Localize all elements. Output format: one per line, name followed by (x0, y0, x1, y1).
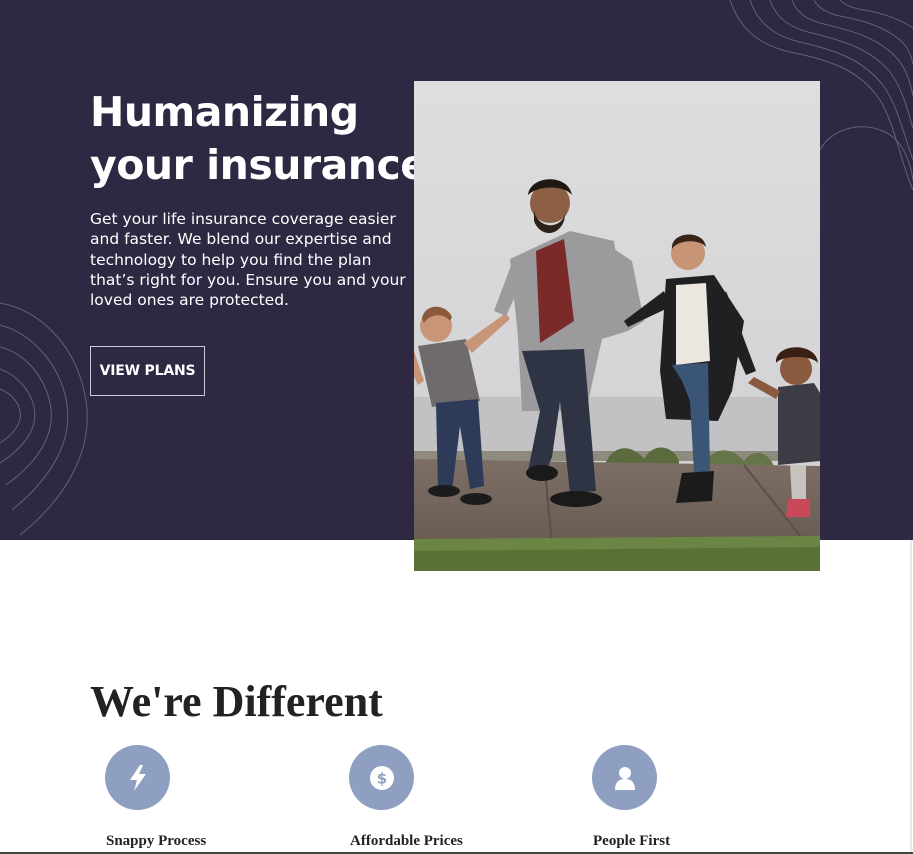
feature-icon-circle (105, 745, 170, 810)
hero-title: Humanizing your insurance. (90, 86, 443, 192)
dollar-coin-icon: $ (369, 765, 394, 790)
section-title-different: We're Different (90, 677, 383, 726)
feature-label: Affordable Prices (350, 833, 463, 849)
svg-text:$: $ (376, 769, 386, 787)
page-edge-divider (910, 540, 912, 854)
view-plans-button[interactable]: VIEW PLANS (90, 346, 205, 396)
hero-family-photo (414, 81, 820, 571)
feature-icon-circle: $ (349, 745, 414, 810)
topographic-pattern-left (0, 302, 88, 536)
feature-icon-circle (592, 745, 657, 810)
lightning-icon (129, 764, 146, 791)
hero-title-line1: Humanizing (90, 88, 359, 136)
hero-description: Get your life insurance coverage easier … (90, 210, 406, 310)
feature-label: People First (593, 833, 671, 849)
hero-title-line2: your insurance. (90, 141, 443, 189)
feature-label: Snappy Process (106, 833, 207, 849)
person-icon (614, 766, 635, 790)
